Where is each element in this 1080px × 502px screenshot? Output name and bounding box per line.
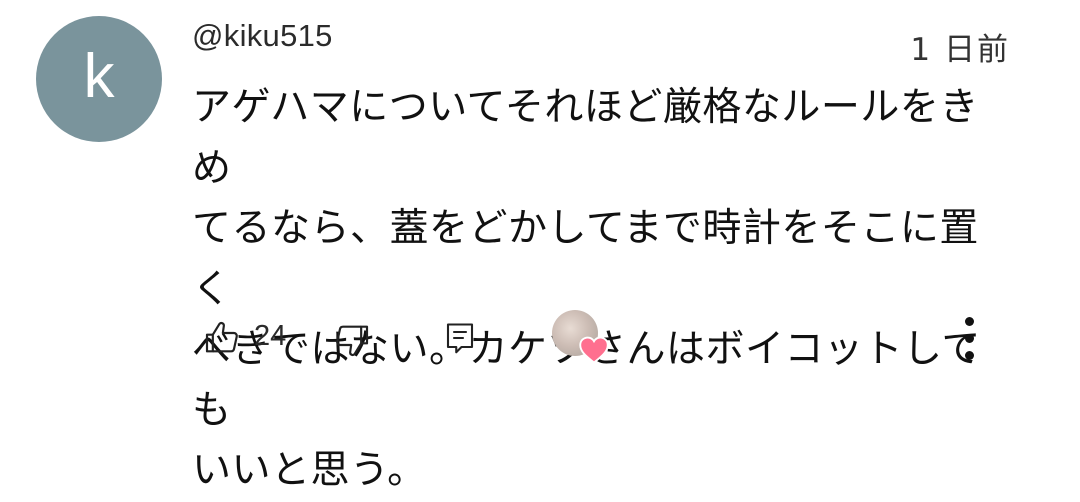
creator-heart-badge — [552, 310, 616, 370]
like-count: 24 — [254, 320, 287, 352]
comment-text: アゲハマについてそれほど厳格なルールをきめ てるなら、蓋をどかしてまで時計をそこ… — [192, 85, 981, 493]
more-vertical-icon — [964, 316, 974, 326]
thumbs-down-icon — [336, 325, 369, 357]
author-handle[interactable]: @kiku515 — [192, 18, 333, 54]
more-vertical-icon-dot — [964, 333, 974, 343]
comment-action-bar: 24 — [0, 310, 1080, 370]
dislike-button[interactable] — [330, 318, 374, 362]
thumbs-up-icon — [205, 321, 238, 353]
more-vertical-icon-dot — [964, 350, 974, 360]
author-avatar[interactable]: k — [36, 16, 162, 142]
more-options-button[interactable] — [950, 310, 988, 366]
reply-button[interactable] — [440, 318, 480, 358]
reply-comment-icon — [446, 323, 474, 354]
comment-timestamp: 1 日前 — [910, 32, 1010, 68]
creator-heart-icon — [579, 336, 609, 364]
avatar-initial: k — [83, 42, 115, 111]
like-button[interactable] — [200, 316, 244, 360]
